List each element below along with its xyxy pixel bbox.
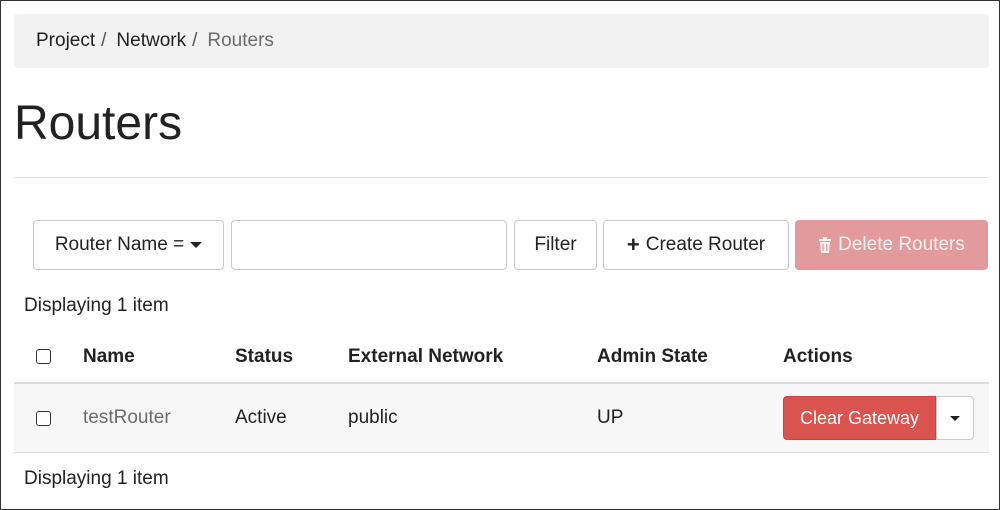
filter-field-label: Router Name = (54, 234, 185, 255)
column-header-external-network[interactable]: External Network (348, 346, 503, 368)
delete-routers-label: Delete Routers (838, 234, 965, 255)
breadcrumb-separator: / (101, 30, 107, 51)
breadcrumb-separator: / (192, 30, 198, 51)
router-admin-state: UP (597, 407, 624, 428)
table-row-divider (14, 452, 989, 453)
filter-button-label: Filter (534, 234, 577, 255)
row-checkbox[interactable] (36, 411, 51, 426)
breadcrumb-item-routers: Routers (207, 30, 274, 51)
caret-down-icon (190, 242, 203, 248)
breadcrumb: Project / Network / Routers (14, 14, 989, 68)
delete-routers-button[interactable]: Delete Routers (795, 220, 988, 270)
filter-field-dropdown[interactable]: Router Name = (33, 220, 224, 270)
item-count-bottom: Displaying 1 item (24, 468, 169, 489)
page-title: Routers (14, 97, 183, 150)
column-header-actions: Actions (783, 346, 853, 367)
column-header-admin-state[interactable]: Admin State (597, 346, 708, 368)
router-external-network: public (348, 407, 398, 428)
breadcrumb-item-project[interactable]: Project (36, 30, 95, 52)
caret-down-icon (950, 415, 960, 421)
title-divider (14, 177, 989, 178)
column-header-name[interactable]: Name (83, 346, 135, 368)
create-router-label: Create Router (645, 234, 766, 255)
router-status: Active (235, 407, 287, 428)
router-name-link[interactable]: testRouter (83, 407, 171, 429)
create-router-button[interactable]: + Create Router (603, 220, 789, 270)
trash-icon (818, 237, 832, 253)
breadcrumb-item-network[interactable]: Network (116, 30, 186, 52)
column-header-status[interactable]: Status (235, 346, 293, 368)
clear-gateway-button[interactable]: Clear Gateway (783, 396, 936, 440)
select-all-checkbox[interactable] (36, 349, 51, 364)
plus-icon: + (626, 232, 640, 257)
filter-input[interactable] (231, 220, 507, 270)
clear-gateway-label: Clear Gateway (799, 407, 920, 428)
row-actions-dropdown-toggle[interactable] (936, 396, 974, 440)
item-count-top: Displaying 1 item (24, 295, 169, 316)
filter-button[interactable]: Filter (514, 220, 597, 270)
